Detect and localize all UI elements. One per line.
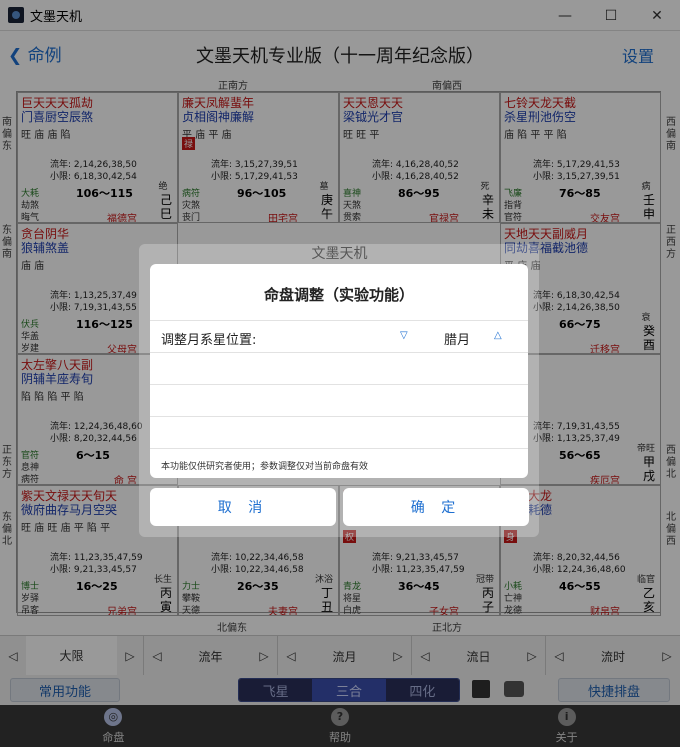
cancel-button[interactable]: 取 消 [150,488,336,526]
empty-row [150,416,528,448]
dropdown-down-icon[interactable]: ▽ [400,330,408,341]
month-value: 腊月 [444,333,471,348]
row-label: 调整月系星位置: [161,333,257,348]
dialog-title: 命盘调整（实验功能） [263,286,414,304]
confirm-button[interactable]: 确 定 [343,488,529,526]
dialog-note: 本功能仅供研究者使用；参数调整仅对当前命盘有效 [161,462,369,472]
dropdown-up-icon[interactable]: △ [494,330,502,341]
empty-row [150,352,528,384]
adjust-dialog: 命盘调整（实验功能） 调整月系星位置: ▽ 腊月 △ 本功能仅供研究者使用；参数… [150,264,528,478]
month-star-row[interactable]: 调整月系星位置: ▽ 腊月 △ [150,320,528,352]
empty-row [150,384,528,416]
